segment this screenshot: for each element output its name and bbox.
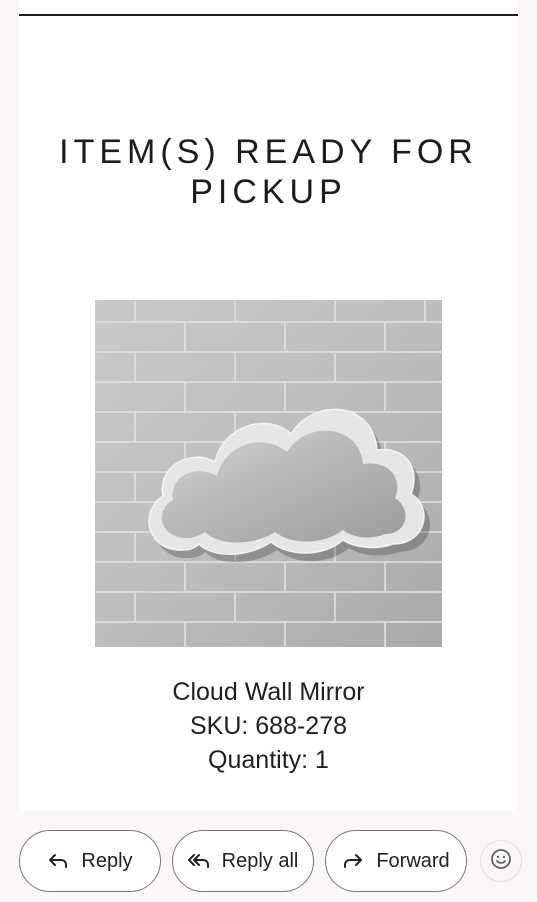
emoji-reaction-button[interactable] — [480, 840, 522, 882]
product-sku: SKU: 688-278 — [189, 712, 348, 740]
forward-label: Forward — [376, 849, 450, 872]
reply-all-arrow-icon — [187, 850, 210, 872]
product-image — [95, 300, 442, 647]
pickup-headline: ITEM(S) READY FOR PICKUP — [59, 133, 478, 211]
message-actions-bar: Reply Reply all Forward — [19, 830, 522, 892]
forward-button[interactable]: Forward — [325, 830, 467, 892]
reply-label: Reply — [81, 849, 133, 872]
reply-arrow-icon — [47, 850, 69, 872]
forward-arrow-icon — [342, 850, 364, 872]
product-details: Cloud Wall Mirror SKU: 688-278 Quantity:… — [19, 675, 518, 777]
product-name: Cloud Wall Mirror — [172, 678, 365, 706]
reply-all-label: Reply all — [221, 849, 299, 872]
reply-button[interactable]: Reply — [19, 830, 161, 892]
email-view: ITEM(S) READY FOR PICKUP Cloud Wall Mirr… — [0, 0, 537, 902]
smiley-icon — [490, 848, 512, 875]
product-quantity: Quantity: 1 — [208, 746, 329, 774]
reply-all-button[interactable]: Reply all — [172, 830, 314, 892]
header-divider — [19, 14, 518, 16]
